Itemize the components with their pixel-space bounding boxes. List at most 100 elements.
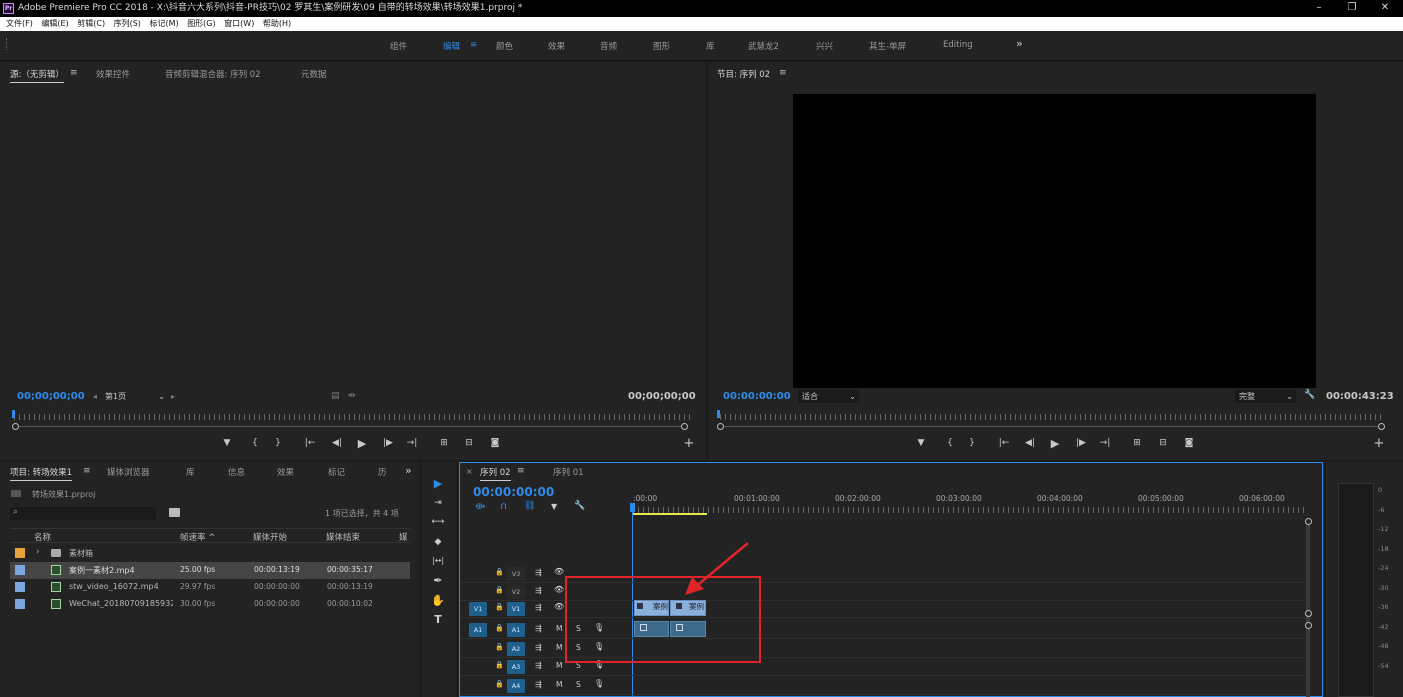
program-time-ruler[interactable] — [720, 414, 1385, 420]
project-list-item[interactable]: WeChat_20180709185932.mp 30.00 fps 00:00:0… — [10, 596, 410, 613]
program-add-marker-button[interactable]: ▼ — [914, 438, 928, 448]
label-color-swatch[interactable] — [15, 599, 25, 609]
source-add-marker-button[interactable]: ▼ — [220, 438, 234, 448]
source-mark-out-button[interactable]: } — [271, 438, 285, 448]
program-button-editor-button[interactable]: + — [1372, 436, 1386, 451]
label-color-swatch[interactable] — [15, 582, 25, 592]
tab-project[interactable]: 项目: 转场效果1 — [10, 466, 72, 481]
sync-lock-icon[interactable]: ⇶ — [535, 586, 542, 595]
eye-icon[interactable]: 👁 — [554, 585, 564, 594]
mute-toggle[interactable]: M — [556, 661, 562, 670]
program-video-frame[interactable] — [793, 94, 1316, 388]
sync-lock-icon[interactable]: ⇶ — [535, 603, 542, 612]
track-select-tool-icon[interactable]: ⇥ — [430, 495, 446, 511]
page-prev-icon[interactable]: ◂ — [93, 392, 97, 401]
project-menu-icon[interactable]: ≡ — [83, 466, 91, 476]
track-lock-icon[interactable]: 🔒 — [495, 568, 504, 576]
track-lock-icon[interactable]: 🔒 — [495, 643, 504, 651]
sync-lock-icon[interactable]: ⇶ — [535, 568, 542, 577]
mute-toggle[interactable]: M — [556, 624, 562, 633]
track-lock-icon[interactable]: 🔒 — [495, 586, 504, 594]
slip-tool-icon[interactable]: |↔| — [430, 553, 446, 569]
program-go-to-in-button[interactable]: |← — [997, 438, 1011, 448]
tab-markers[interactable]: 标记 — [328, 466, 345, 478]
scrollbar-handle-top[interactable] — [1305, 518, 1312, 525]
menu-marker[interactable]: 标记(M) — [149, 19, 178, 28]
scrollbar-handle-bottom[interactable] — [1305, 622, 1312, 629]
tab-media-browser[interactable]: 媒体浏览器 — [107, 466, 150, 478]
page-next-icon[interactable]: ▸ — [171, 392, 175, 401]
page-select[interactable]: 第1页 ⌄ — [105, 390, 167, 403]
voiceover-record-icon[interactable]: 🎙 — [594, 679, 604, 688]
grip-handle[interactable] — [6, 38, 9, 50]
selection-tool-icon[interactable]: ▶ — [430, 476, 446, 492]
program-menu-icon[interactable]: ≡ — [779, 68, 787, 78]
track-target-toggle[interactable]: V2 — [507, 585, 525, 599]
sync-lock-icon[interactable]: ⇶ — [535, 624, 542, 633]
close-icon[interactable]: × — [466, 467, 473, 476]
track-lock-icon[interactable]: 🔒 — [495, 603, 504, 611]
source-menu-icon[interactable]: ≡ — [70, 68, 78, 78]
source-playhead[interactable] — [12, 410, 15, 418]
track-lock-icon[interactable]: 🔒 — [495, 661, 504, 669]
nest-toggle-icon[interactable]: ⟴ — [475, 502, 485, 512]
track-target-toggle[interactable]: A4 — [507, 679, 525, 693]
playback-resolution-select[interactable]: 完整 ⌄ — [1235, 390, 1296, 403]
menu-sequence[interactable]: 序列(S) — [114, 19, 141, 28]
tab-effect-controls[interactable]: 效果控件 — [96, 68, 130, 80]
tab-info[interactable]: 信息 — [228, 466, 245, 478]
workspace-assembly[interactable]: 组件 — [390, 40, 407, 52]
mute-toggle[interactable]: M — [556, 680, 562, 689]
program-play-button[interactable]: ▶ — [1048, 437, 1062, 450]
column-media-duration[interactable]: 媒 — [399, 531, 408, 543]
program-step-forward-button[interactable]: |▶ — [1074, 438, 1088, 448]
program-mark-in-button[interactable]: { — [943, 438, 957, 448]
workspace-effects[interactable]: 效果 — [548, 40, 565, 52]
label-color-swatch[interactable] — [15, 565, 25, 575]
sync-lock-icon[interactable]: ⇶ — [535, 661, 542, 670]
track-lock-icon[interactable]: 🔒 — [495, 624, 504, 632]
type-tool-icon[interactable]: T — [430, 612, 446, 628]
source-zoom-handle-right[interactable] — [681, 423, 688, 430]
tab-metadata[interactable]: 元数据 — [301, 68, 327, 80]
linked-selection-icon[interactable]: ⛓ — [524, 501, 535, 511]
source-mark-in-button[interactable]: { — [248, 438, 262, 448]
source-step-forward-button[interactable]: |▶ — [381, 438, 395, 448]
menu-window[interactable]: 窗口(W) — [224, 19, 254, 28]
workspace-custom-1[interactable]: 武慧龙2 — [748, 40, 779, 52]
project-search-input[interactable]: ⌕ — [10, 507, 156, 520]
project-tabs-more-icon[interactable]: » — [405, 464, 412, 477]
ripple-edit-tool-icon[interactable]: ⟷ — [430, 514, 446, 530]
minimize-button[interactable]: – — [1304, 0, 1334, 17]
program-step-back-button[interactable]: ◀| — [1023, 438, 1037, 448]
track-target-toggle[interactable]: A2 — [507, 642, 525, 656]
program-go-to-out-button[interactable]: →| — [1098, 438, 1112, 448]
insert-button[interactable]: ⊞ — [437, 438, 451, 448]
tab-history[interactable]: 历 — [378, 466, 387, 478]
expand-arrow-icon[interactable]: › — [36, 547, 40, 557]
source-go-to-in-button[interactable]: |← — [303, 438, 317, 448]
column-media-end[interactable]: 媒体结束 — [326, 531, 360, 543]
sync-lock-icon[interactable]: ⇶ — [535, 643, 542, 652]
work-area-bar[interactable] — [633, 513, 707, 515]
source-export-frame-button[interactable]: ◙ — [488, 438, 502, 448]
menu-clip[interactable]: 剪辑(C) — [77, 19, 105, 28]
eye-icon[interactable]: 👁 — [554, 567, 564, 576]
timeline-timecode[interactable]: 00:00:00:00 — [473, 485, 554, 499]
workspace-custom-2[interactable]: 兴兴 — [816, 40, 833, 52]
workspace-graphics[interactable]: 图形 — [653, 40, 670, 52]
menu-edit[interactable]: 编辑(E) — [41, 19, 68, 28]
hand-tool-icon[interactable]: ✋ — [430, 593, 446, 609]
extract-button[interactable]: ⊟ — [1156, 438, 1170, 448]
column-frame-rate[interactable]: 帧速率 ^ — [180, 531, 215, 543]
workspace-menu-icon[interactable]: ≡ — [470, 40, 477, 50]
add-marker-icon[interactable]: ▼ — [551, 502, 557, 511]
program-timecode-current[interactable]: 00:00:00:00 — [723, 391, 791, 402]
workspace-custom-4[interactable]: Editing — [943, 40, 973, 50]
snap-icon[interactable]: ∩ — [500, 501, 507, 512]
source-zoom-bar[interactable] — [19, 426, 681, 427]
timeline-time-ruler[interactable] — [633, 507, 1308, 513]
program-zoom-handle-left[interactable] — [717, 423, 724, 430]
project-list-item[interactable]: 案例一素材2.mp4 25.00 fps 00:00:13:19 00:00:35:1… — [10, 562, 410, 579]
program-monitor-title[interactable]: 节目: 序列 02 — [717, 68, 770, 80]
